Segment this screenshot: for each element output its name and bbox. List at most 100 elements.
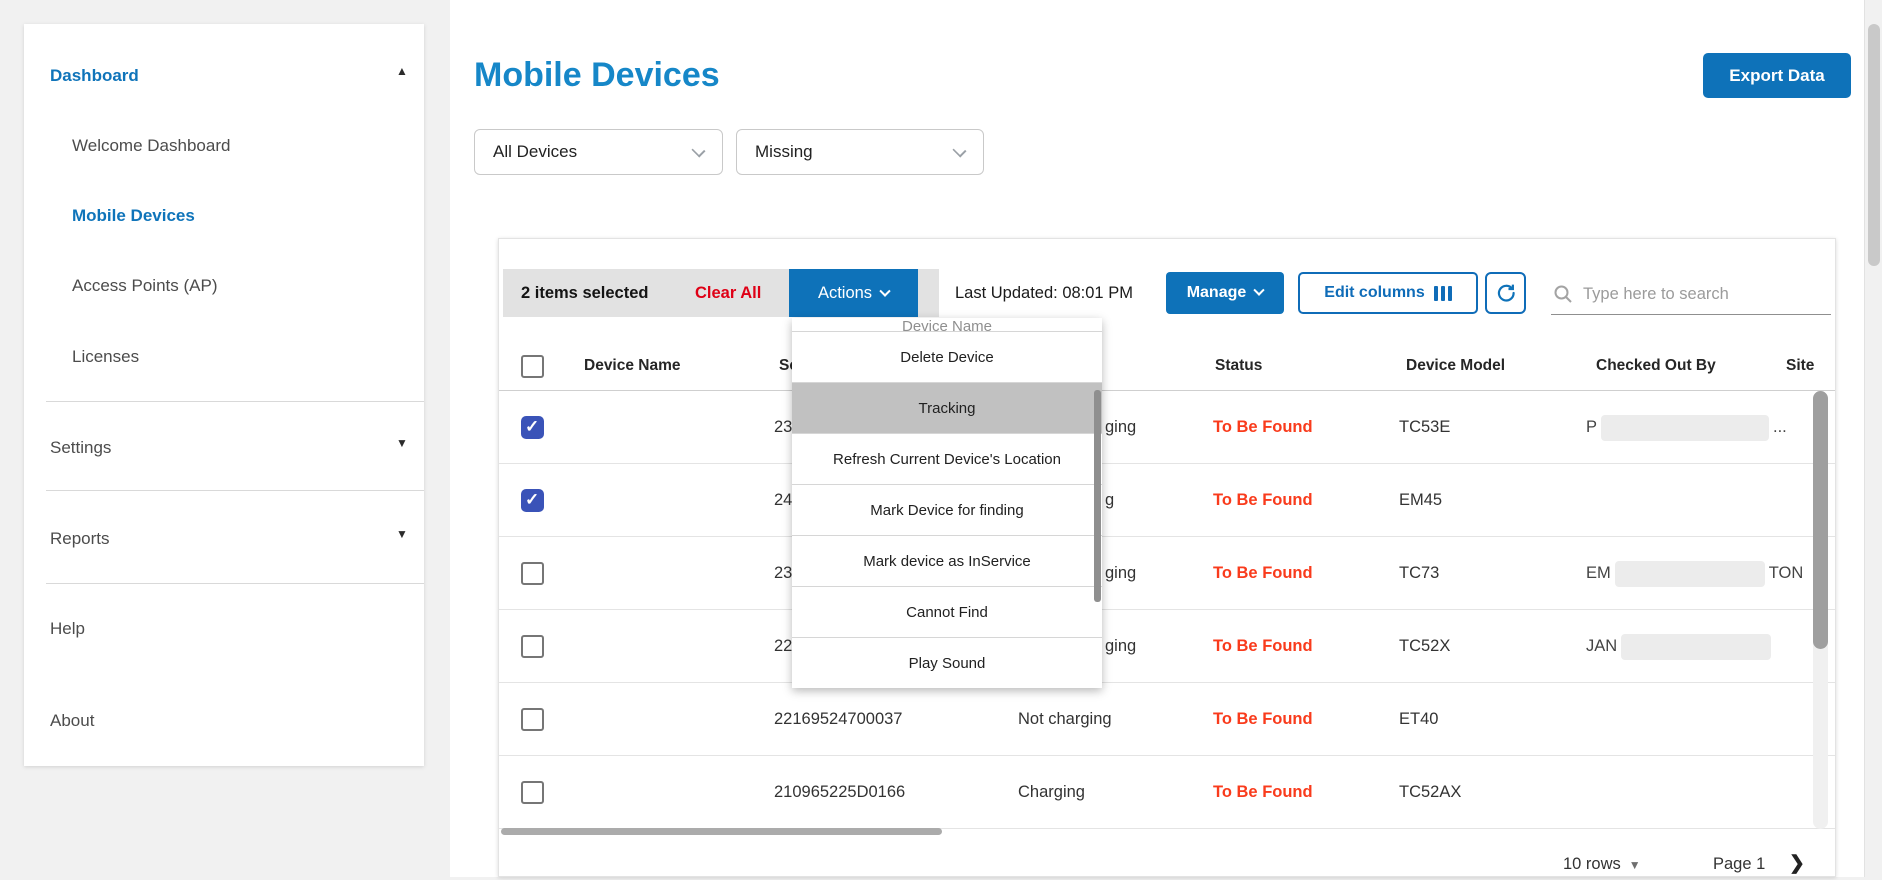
serial-cell: 24 (774, 464, 792, 537)
sidebar-divider (46, 401, 424, 402)
model-cell: EM45 (1399, 464, 1442, 537)
chevron-down-icon (879, 285, 890, 296)
row-checkbox[interactable] (521, 708, 544, 731)
last-updated-text: Last Updated: 08:01 PM (955, 269, 1133, 317)
columns-icon (1434, 286, 1452, 301)
table-row: 210965225D0166 Charging To Be Found TC52… (499, 756, 1835, 829)
table-header: Device Name Se Status Device Model Check… (499, 341, 1835, 391)
selected-count: 2 items selected (521, 269, 649, 317)
chevron-down-icon (952, 143, 966, 157)
status-filter-select[interactable]: Missing (736, 129, 984, 175)
column-header-status[interactable]: Status (1215, 341, 1262, 391)
sidebar-item-mobile-devices[interactable]: Mobile Devices (72, 206, 195, 226)
table-row: 24 g To Be Found EM45 (499, 464, 1835, 537)
sidebar-item-access-points[interactable]: Access Points (AP) (72, 276, 218, 296)
sidebar-item-welcome-dashboard[interactable]: Welcome Dashboard (72, 136, 230, 156)
redacted-text (1615, 561, 1765, 587)
chevron-down-icon: ▼ (396, 527, 408, 541)
device-filter-select[interactable]: All Devices (474, 129, 723, 175)
checked-out-by-cell: P... (1586, 391, 1787, 464)
edit-columns-button[interactable]: Edit columns (1298, 272, 1478, 314)
table-row: 22169524700037 Not charging To Be Found … (499, 683, 1835, 756)
table-horizontal-scrollbar-thumb[interactable] (501, 828, 942, 835)
menu-item-cannot-find[interactable]: Cannot Find (792, 586, 1102, 637)
export-data-button[interactable]: Export Data (1703, 53, 1851, 98)
model-cell: ET40 (1399, 683, 1438, 756)
sidebar-item-dashboard[interactable]: Dashboard (50, 66, 139, 86)
refresh-button[interactable] (1485, 272, 1526, 314)
status-cell: To Be Found (1213, 464, 1313, 537)
row-checkbox[interactable] (521, 562, 544, 585)
menu-item-mark-inservice[interactable]: Mark device as InService (792, 535, 1102, 586)
row-checkbox[interactable] (521, 635, 544, 658)
sidebar-item-licenses[interactable]: Licenses (72, 347, 139, 367)
clear-all-button[interactable]: Clear All (695, 269, 761, 317)
sidebar-item-about[interactable]: About (50, 711, 94, 731)
menu-item-delete-device[interactable]: Delete Device (792, 331, 1102, 382)
sidebar-item-settings[interactable]: Settings (50, 438, 111, 458)
column-header-device-model[interactable]: Device Model (1406, 341, 1505, 391)
status-filter-value: Missing (755, 142, 813, 161)
charging-cell: ging (1105, 391, 1136, 464)
manage-button[interactable]: Manage (1166, 272, 1284, 314)
checked-out-by-cell: EMTON (1586, 537, 1803, 610)
redacted-text (1621, 634, 1771, 660)
rows-per-page-selector[interactable]: 10 rows▼ (1563, 849, 1641, 879)
model-cell: TC53E (1399, 391, 1450, 464)
menu-item-tracking[interactable]: Tracking (792, 382, 1102, 433)
charging-cell: g (1105, 464, 1114, 537)
search-icon (1553, 284, 1573, 304)
serial-cell: 23 (774, 537, 792, 610)
sidebar: Dashboard ▲ Welcome Dashboard Mobile Dev… (24, 24, 424, 766)
column-header-checked-out-by[interactable]: Checked Out By (1596, 341, 1716, 391)
search-field (1551, 275, 1831, 315)
status-cell: To Be Found (1213, 683, 1313, 756)
chevron-up-icon: ▲ (396, 64, 408, 78)
row-checkbox[interactable] (521, 781, 544, 804)
table-row: 23 ging To Be Found TC53E P... (499, 391, 1835, 464)
devices-table-card: 2 items selected Clear All Actions Last … (498, 238, 1836, 877)
chevron-down-icon: ▼ (396, 436, 408, 450)
page-indicator: Page 1 (1713, 849, 1765, 879)
page-title: Mobile Devices (474, 56, 720, 95)
actions-button[interactable]: Actions (789, 269, 918, 317)
next-page-button[interactable]: ❯ (1789, 849, 1805, 879)
serial-cell: 22169524700037 (774, 683, 902, 756)
caret-down-icon: ▼ (1629, 858, 1641, 872)
chevron-down-icon (1254, 285, 1265, 296)
menu-item-mark-for-finding[interactable]: Mark Device for finding (792, 484, 1102, 535)
sidebar-item-reports[interactable]: Reports (50, 529, 110, 549)
charging-cell: ging (1105, 537, 1136, 610)
checked-out-by-cell: JAN (1586, 610, 1775, 683)
page-scrollbar-thumb[interactable] (1868, 24, 1880, 266)
sidebar-item-help[interactable]: Help (50, 619, 85, 639)
refresh-icon (1495, 282, 1517, 304)
column-header-device-name[interactable]: Device Name (584, 341, 681, 391)
row-checkbox[interactable] (521, 416, 544, 439)
serial-cell: 22 (774, 610, 792, 683)
menu-item-play-sound[interactable]: Play Sound (792, 637, 1102, 688)
menu-item-refresh-location[interactable]: Refresh Current Device's Location (792, 433, 1102, 484)
status-cell: To Be Found (1213, 610, 1313, 683)
chevron-down-icon (691, 143, 705, 157)
charging-cell: Not charging (1018, 683, 1112, 756)
model-cell: TC52AX (1399, 756, 1461, 829)
table-vertical-scrollbar-thumb[interactable] (1813, 391, 1828, 649)
charging-cell: ging (1105, 610, 1136, 683)
menu-scrollbar-thumb[interactable] (1094, 390, 1101, 602)
table-vertical-scrollbar (1813, 391, 1828, 829)
search-input[interactable] (1583, 279, 1823, 309)
column-header-site[interactable]: Site (1786, 341, 1814, 391)
table-row: 22 ging To Be Found TC52X JAN (499, 610, 1835, 683)
table-row: 23 ging To Be Found TC73 EMTON (499, 537, 1835, 610)
app-window: Dashboard ▲ Welcome Dashboard Mobile Dev… (0, 0, 1882, 877)
status-cell: To Be Found (1213, 537, 1313, 610)
serial-cell: 23 (774, 391, 792, 464)
select-all-checkbox[interactable] (521, 355, 544, 378)
model-cell: TC52X (1399, 610, 1450, 683)
redacted-text (1601, 415, 1769, 441)
row-checkbox[interactable] (521, 489, 544, 512)
sidebar-divider (46, 490, 424, 491)
menu-item-clipped[interactable]: Device Name (792, 318, 1102, 331)
status-cell: To Be Found (1213, 391, 1313, 464)
